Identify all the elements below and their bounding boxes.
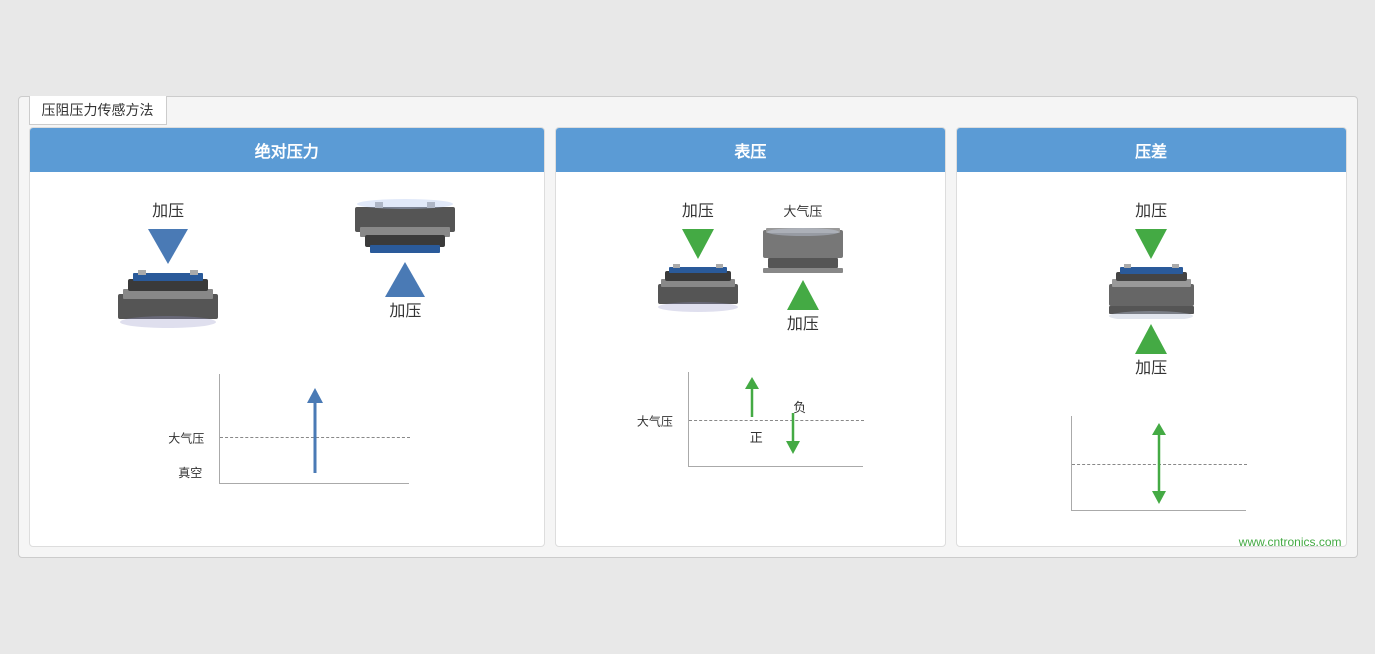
gauge-atm-chart-label: 大气压 [637, 413, 673, 430]
gauge-chart: 大气压 正 [688, 372, 863, 467]
arrow-down-green-left-icon [682, 229, 714, 259]
sensor-device-gauge-right [758, 220, 848, 275]
arrow-up-blue-icon [385, 262, 425, 297]
diff-chart [1071, 416, 1246, 511]
gauge-right-sensor: 大气压 加压 [758, 197, 848, 342]
arrow-up-green-diff-icon [1135, 324, 1167, 354]
negative-label: 负 [793, 397, 806, 416]
gauge-pressure-panel: 表压 加压 [555, 127, 946, 547]
gauge-atm-label: 大气压 [783, 201, 822, 220]
absolute-pressure-body: 加压 [30, 172, 544, 499]
diff-sensor-unit: 加压 [1104, 197, 1199, 386]
right-section: 表压 加压 [555, 127, 1347, 547]
gauge-atm-line: 大气压 [689, 420, 864, 421]
diff-bidirectional-arrow [1144, 421, 1174, 506]
gauge-left-sensor: 加压 [653, 197, 743, 314]
gauge-sensors-row: 加压 [571, 197, 930, 342]
atm-label: 大气压 [168, 430, 204, 447]
absolute-pressure-header: 绝对压力 [30, 128, 544, 172]
abs-chart-container: 大气压 真空 [164, 354, 409, 484]
abs-chart-arrow [300, 383, 330, 478]
arrow-down-green-diff-icon [1135, 229, 1167, 259]
abs-chart: 大气压 真空 [219, 374, 409, 484]
gauge-pressure-header: 表压 [556, 128, 945, 172]
diff-top-label: 加压 [1135, 197, 1167, 221]
diff-sensors-row: 加压 [972, 197, 1331, 386]
abs-sensors-row: 加压 [50, 197, 524, 329]
abs-top-label: 加压 [152, 197, 184, 221]
outer-container: 压阻压力传感方法 绝对压力 加压 [18, 96, 1358, 558]
abs-bottom-label: 加压 [389, 297, 421, 321]
gauge-bottom-label: 加压 [787, 310, 819, 334]
diff-pressure-body: 加压 [957, 172, 1346, 526]
abs-right-sensor: 加压 [350, 197, 460, 329]
gauge-down-arrow [779, 411, 807, 456]
arrow-up-green-right-icon [787, 280, 819, 310]
sensor-device-diff [1104, 264, 1199, 319]
gauge-chart-container: 大气压 正 [638, 352, 863, 467]
positive-label: 正 [750, 427, 763, 446]
gauge-top-label: 加压 [682, 197, 714, 221]
absolute-pressure-panel: 绝对压力 加压 [29, 127, 545, 547]
arrow-down-blue-icon [148, 229, 188, 264]
sensor-device-abs-left [113, 269, 223, 329]
page-title: 压阻压力传感方法 [29, 96, 167, 125]
diff-pressure-header: 压差 [957, 128, 1346, 172]
gauge-pressure-body: 加压 [556, 172, 945, 482]
sensor-device-abs-right [350, 197, 460, 257]
diff-bottom-label: 加压 [1135, 354, 1167, 378]
sensor-device-gauge-left [653, 264, 743, 314]
main-content: 绝对压力 加压 [29, 127, 1347, 547]
gauge-up-arrow [738, 375, 766, 420]
website-watermark: www.cntronics.com [1239, 535, 1342, 549]
diff-chart-container [1056, 396, 1246, 511]
diff-pressure-panel: 压差 加压 [956, 127, 1347, 547]
vacuum-label: 真空 [178, 464, 202, 481]
abs-left-sensor: 加压 [113, 197, 223, 329]
